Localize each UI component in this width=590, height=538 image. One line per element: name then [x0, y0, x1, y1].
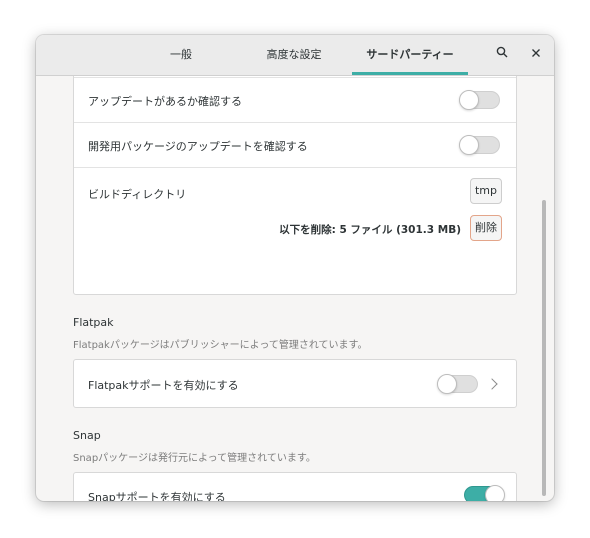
- tab-third-party[interactable]: サードパーティー: [352, 35, 468, 75]
- close-icon: [532, 49, 540, 57]
- close-button[interactable]: [526, 45, 546, 65]
- preferences-window: 一般 高度な設定 サードパーティー アップデートがあるか確認する 開発用パッケー…: [36, 35, 554, 501]
- search-button[interactable]: [492, 45, 512, 65]
- build-dir-label: ビルドディレクトリ: [88, 188, 187, 201]
- active-tab-indicator: [352, 72, 468, 75]
- chevron-right-icon[interactable]: [486, 378, 498, 390]
- check-updates-switch[interactable]: [459, 90, 500, 110]
- build-dir-button[interactable]: tmp: [470, 178, 502, 204]
- tab-advanced[interactable]: 高度な設定: [254, 35, 334, 75]
- flatpak-enable-switch[interactable]: [437, 374, 478, 394]
- flatpak-description: Flatpakパッケージはパブリッシャーによって管理されています。: [73, 340, 368, 351]
- check-updates-row[interactable]: アップデートがあるか確認する: [74, 78, 516, 122]
- check-updates-label: アップデートがあるか確認する: [88, 95, 242, 108]
- check-dev-updates-row[interactable]: 開発用パッケージのアップデートを確認する: [74, 123, 516, 167]
- snap-description: Snapパッケージは発行元によって管理されています。: [73, 453, 316, 464]
- snap-enable-switch[interactable]: [464, 485, 505, 501]
- build-dir-row: ビルドディレクトリ tmp 以下を削除: 5 ファイル (301.3 MB) 削…: [74, 168, 516, 294]
- delete-button-label: 削除: [475, 221, 497, 234]
- flatpak-card: Flatpakサポートを有効にする: [73, 359, 517, 408]
- scrollable-content[interactable]: アップデートがあるか確認する 開発用パッケージのアップデートを確認する ビルドデ…: [36, 76, 554, 501]
- check-dev-updates-label: 開発用パッケージのアップデートを確認する: [88, 140, 308, 153]
- flatpak-enable-row[interactable]: Flatpakサポートを有効にする: [74, 360, 516, 407]
- snap-enable-label: Snapサポートを有効にする: [88, 491, 226, 501]
- updates-card: アップデートがあるか確認する 開発用パッケージのアップデートを確認する ビルドデ…: [73, 76, 517, 295]
- tab-general[interactable]: 一般: [141, 35, 221, 75]
- delete-info: 以下を削除: 5 ファイル (301.3 MB): [279, 224, 461, 236]
- tab-third-party-label: サードパーティー: [366, 48, 454, 61]
- tab-advanced-label: 高度な設定: [266, 48, 322, 61]
- snap-card: Snapサポートを有効にする: [73, 472, 517, 501]
- tab-general-label: 一般: [170, 48, 192, 61]
- snap-title: Snap: [73, 429, 101, 442]
- snap-enable-row[interactable]: Snapサポートを有効にする: [74, 473, 516, 501]
- check-dev-updates-switch[interactable]: [459, 135, 500, 155]
- search-icon: [496, 46, 508, 58]
- vertical-scrollbar[interactable]: [542, 200, 546, 496]
- build-dir-button-label: tmp: [474, 184, 497, 197]
- header-bar: 一般 高度な設定 サードパーティー: [36, 35, 554, 76]
- flatpak-title: Flatpak: [73, 316, 114, 329]
- delete-button[interactable]: 削除: [470, 215, 502, 241]
- flatpak-enable-label: Flatpakサポートを有効にする: [88, 379, 239, 392]
